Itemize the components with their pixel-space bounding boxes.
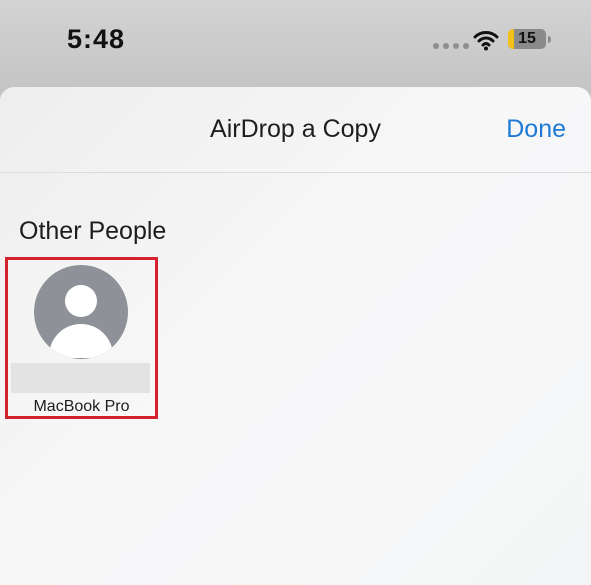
status-time: 5:48 <box>67 24 126 54</box>
sheet-title: AirDrop a Copy <box>210 115 381 143</box>
sheet-header: AirDrop a Copy Done <box>0 87 591 173</box>
wifi-icon <box>473 31 499 51</box>
avatar-body <box>49 324 113 358</box>
device-name: MacBook Pro <box>33 398 130 415</box>
phone-screen: 5:48 15 AirDrop a Copy Done Other People <box>0 0 591 585</box>
device-name-placeholder-bar <box>11 363 150 393</box>
avatar-head <box>65 285 97 317</box>
device-tile-macbook-pro[interactable]: MacBook Pro <box>5 257 158 419</box>
battery-icon: 15 <box>508 29 546 49</box>
battery-level-text: 15 <box>518 30 536 47</box>
cellular-dots-icon <box>433 43 469 49</box>
other-people-section-title: Other People <box>19 217 167 245</box>
airdrop-sheet: AirDrop a Copy Done Other People MacBook… <box>0 87 591 585</box>
battery-cap <box>548 36 551 43</box>
status-bar: 5:48 15 <box>0 0 591 82</box>
person-avatar-icon <box>34 265 128 359</box>
done-button[interactable]: Done <box>506 115 566 144</box>
